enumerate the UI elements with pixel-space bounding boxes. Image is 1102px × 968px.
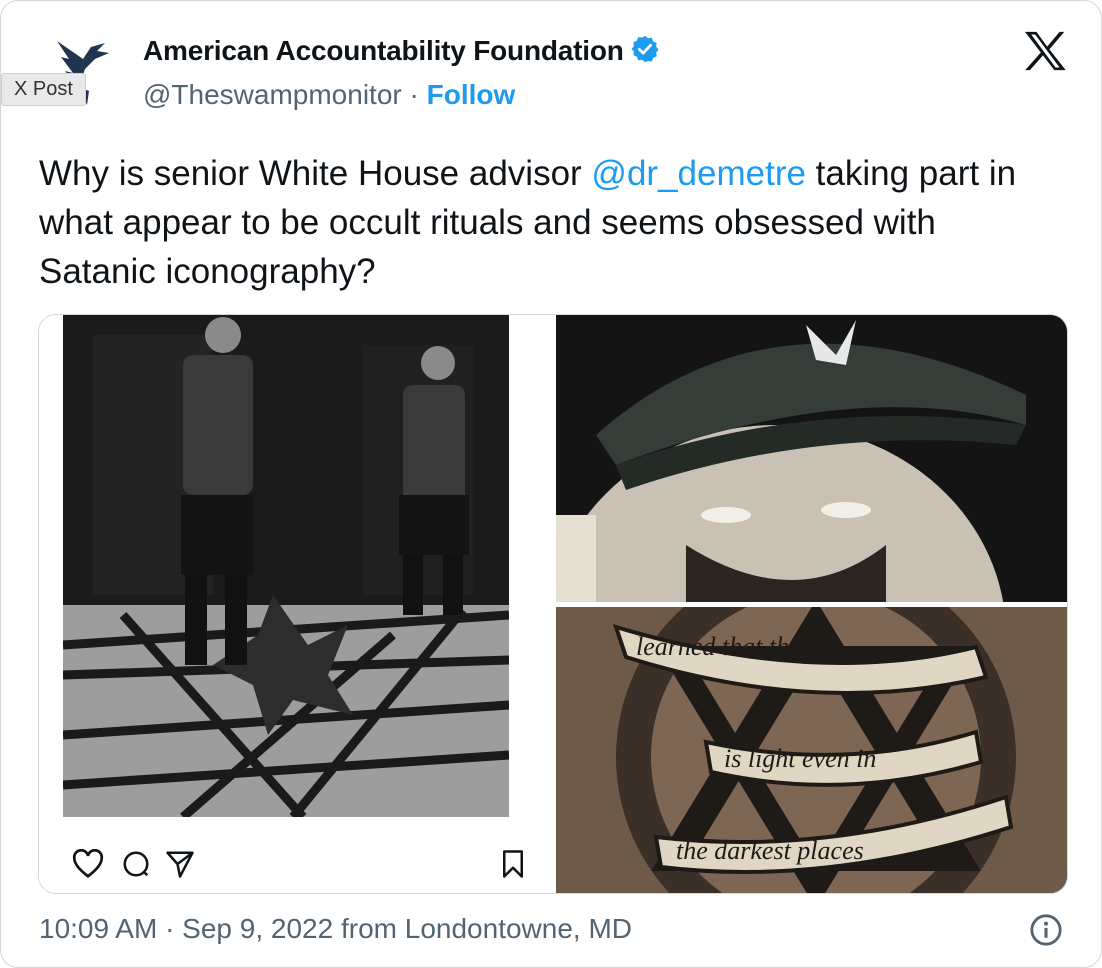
- tattoo-line-2: is light even in: [724, 744, 876, 773]
- heart-icon[interactable]: [71, 849, 105, 879]
- ritual-photo[interactable]: [63, 315, 509, 817]
- tweet-card: X Post American Accountability Foundatio…: [0, 0, 1102, 968]
- x-logo-icon[interactable]: [1023, 31, 1067, 71]
- verified-badge-icon: [631, 35, 659, 63]
- share-icon[interactable]: [165, 849, 195, 879]
- bookmark-icon[interactable]: [499, 849, 527, 879]
- follow-button[interactable]: Follow: [427, 79, 516, 110]
- instagram-action-bar: [65, 849, 535, 879]
- media-grid: learned that there is light even in the …: [38, 314, 1068, 894]
- account-name-text[interactable]: American Accountability Foundation: [143, 35, 624, 66]
- tattoo-line-1: learned that there: [636, 632, 821, 661]
- x-post-tag: X Post: [1, 73, 86, 106]
- separator-dot: ·: [409, 79, 419, 110]
- account-name[interactable]: American Accountability Foundation: [143, 34, 660, 67]
- tweet-timestamp[interactable]: 10:09 AM · Sep 9, 2022 from Londontowne,…: [39, 913, 632, 945]
- handle-line: @Theswampmonitor · Follow: [143, 79, 515, 111]
- account-handle[interactable]: @Theswampmonitor: [143, 79, 402, 110]
- mention-link[interactable]: @dr_demetre: [591, 154, 806, 193]
- info-icon[interactable]: [1029, 913, 1063, 947]
- tattoo-photo[interactable]: learned that there is light even in the …: [556, 607, 1067, 893]
- comment-icon[interactable]: [121, 849, 151, 879]
- media-left-panel[interactable]: [39, 315, 551, 893]
- tweet-text-part-1: Why is senior White House advisor: [39, 154, 592, 193]
- tweet-text: Why is senior White House advisor @dr_de…: [39, 149, 1059, 296]
- tattoo-line-3: the darkest places: [676, 836, 864, 865]
- selfie-photo[interactable]: [556, 315, 1067, 602]
